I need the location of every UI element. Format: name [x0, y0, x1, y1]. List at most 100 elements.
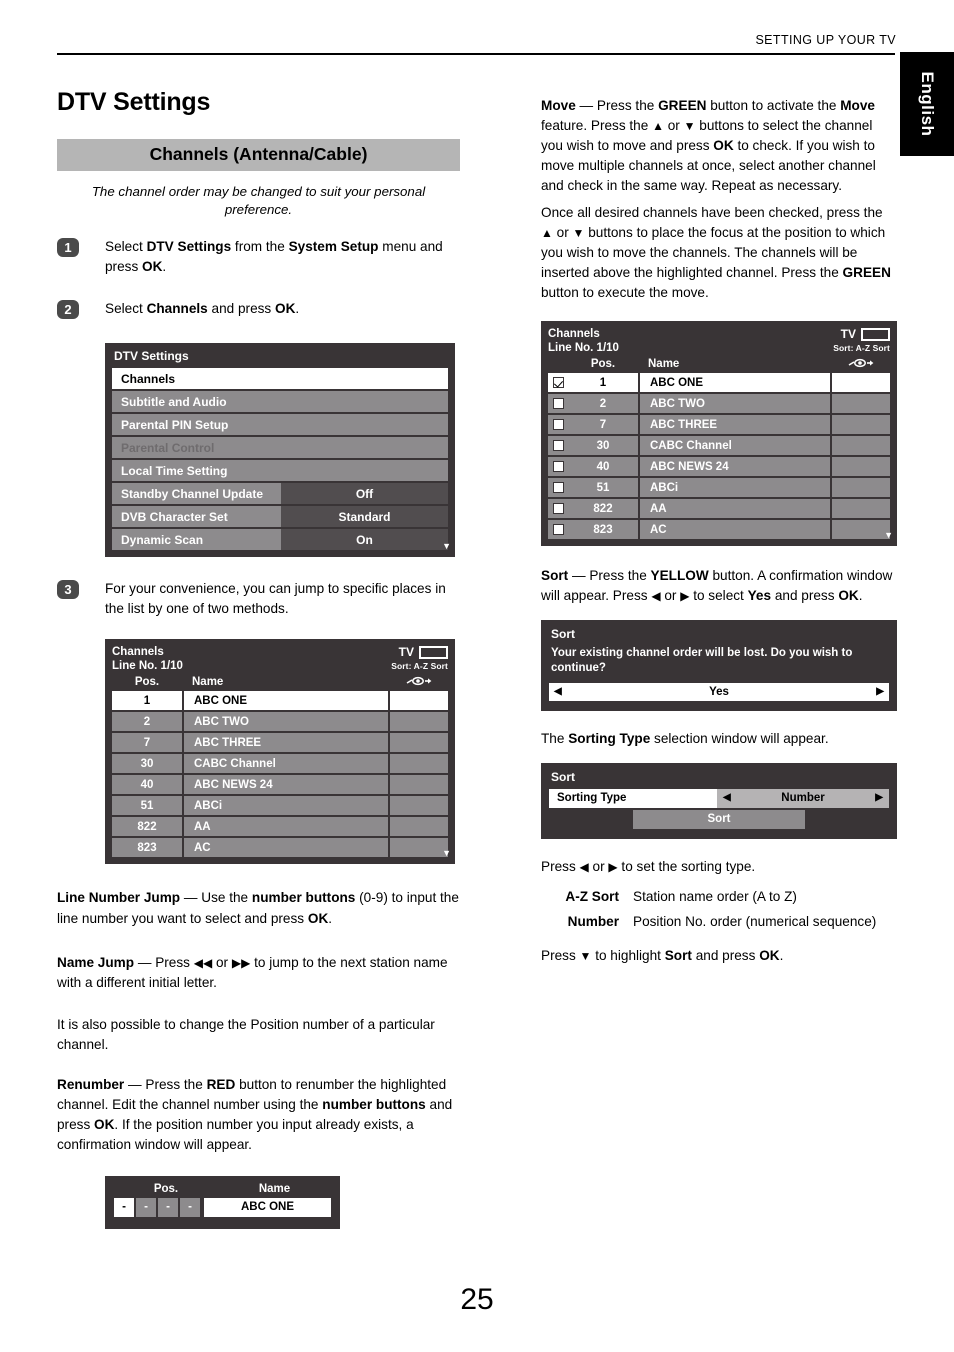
table-row[interactable]: 7 ABC THREE: [548, 415, 890, 435]
cell-visibility[interactable]: [832, 394, 890, 414]
menu-item-dynamic-scan[interactable]: Dynamic Scan On: [112, 529, 448, 551]
menu-item-value[interactable]: Off: [281, 483, 448, 505]
cell-visibility[interactable]: [390, 796, 448, 816]
row-checkbox-cell[interactable]: [548, 415, 568, 435]
table-row[interactable]: 51 ABCi: [548, 478, 890, 498]
renumber-digit-3[interactable]: -: [158, 1197, 178, 1217]
checkbox-icon[interactable]: [552, 461, 564, 473]
definition-term: A-Z Sort: [565, 889, 619, 904]
checkbox-icon[interactable]: [552, 419, 564, 431]
sorting-type-dialog[interactable]: Sort Sorting Type ◀ Number ▶ Sort: [541, 762, 897, 839]
menu-item-dvb-character-set[interactable]: DVB Character Set Standard: [112, 506, 448, 528]
sort-confirm-choice-bar[interactable]: ◀ Yes ▶: [549, 682, 889, 701]
paragraph-name-jump: Name Jump — Press ◀◀ or ▶▶ to jump to th…: [57, 954, 448, 990]
sort-confirm-choice-value: Yes: [709, 685, 729, 698]
renumber-input-row[interactable]: - - - - ABC ONE: [114, 1197, 331, 1217]
renumber-digit-4[interactable]: -: [180, 1197, 200, 1217]
checkbox-icon[interactable]: [552, 398, 564, 410]
left-arrow-icon[interactable]: ◀: [723, 793, 731, 803]
cell-visibility[interactable]: [390, 754, 448, 774]
cell-visibility[interactable]: [832, 478, 890, 498]
table-row[interactable]: 40 ABC NEWS 24: [548, 457, 890, 477]
cell-visibility[interactable]: [832, 373, 890, 393]
table-row[interactable]: 2 ABC TWO: [112, 712, 448, 732]
table-row[interactable]: 40 ABC NEWS 24: [112, 775, 448, 795]
menu-item-subtitle-and-audio[interactable]: Subtitle and Audio: [112, 391, 448, 413]
cell-visibility[interactable]: [832, 457, 890, 477]
table-row[interactable]: 2 ABC TWO: [548, 394, 890, 414]
step-text: Select Channels and press OK.: [105, 301, 300, 317]
renumber-dialog[interactable]: Pos. Name - - - - ABC ONE: [105, 1175, 340, 1229]
definition-number: Number Position No. order (numerical seq…: [541, 912, 897, 933]
cell-position: 51: [568, 478, 638, 498]
row-checkbox-cell[interactable]: [548, 478, 568, 498]
checkbox-checked-icon[interactable]: [552, 377, 564, 389]
cell-visibility[interactable]: [390, 775, 448, 795]
sort-button[interactable]: Sort: [633, 809, 805, 829]
menu-item-parental-pin-setup[interactable]: Parental PIN Setup: [112, 414, 448, 436]
paragraph-renumber: Renumber — Press the RED button to renum…: [57, 1077, 453, 1153]
cell-visibility[interactable]: [832, 436, 890, 456]
cell-visibility[interactable]: [832, 415, 890, 435]
cell-visibility[interactable]: [390, 838, 448, 858]
channels-list-panel-left[interactable]: Channels Line No. 1/10 TV Sort: A-Z Sort…: [105, 639, 455, 865]
checkbox-icon[interactable]: [552, 440, 564, 452]
step-number: 3: [57, 580, 79, 600]
paragraph-set-sorting-type: Press ◀ or ▶ to set the sorting type.: [541, 858, 756, 874]
channels-list-panel-right[interactable]: Channels Line No. 1/10 TV Sort: A-Z Sort…: [541, 321, 897, 547]
table-row[interactable]: 1 ABC ONE: [112, 691, 448, 711]
section-heading: Channels (Antenna/Cable): [57, 139, 460, 171]
checkbox-icon[interactable]: [552, 503, 564, 515]
menu-item-channels[interactable]: Channels: [112, 368, 448, 390]
table-row[interactable]: 30 CABC Channel: [112, 754, 448, 774]
sorting-type-row[interactable]: Sorting Type ◀ Number ▶: [549, 788, 889, 808]
left-arrow-icon[interactable]: ◀: [554, 686, 562, 697]
step-1: 1 Select DTV Settings from the System Se…: [57, 237, 460, 277]
sorting-type-value-selector[interactable]: ◀ Number ▶: [717, 788, 889, 808]
scroll-down-caret-icon[interactable]: ▼: [442, 542, 451, 551]
checkbox-icon[interactable]: [552, 482, 564, 494]
tv-source-indicator: TV: [833, 327, 890, 341]
menu-item-standby-channel-update[interactable]: Standby Channel Update Off: [112, 483, 448, 505]
scroll-down-caret-icon[interactable]: ▼: [884, 531, 893, 540]
row-checkbox-cell[interactable]: [548, 457, 568, 477]
row-checkbox-cell[interactable]: [548, 373, 568, 393]
table-row[interactable]: 51 ABCi: [112, 796, 448, 816]
row-checkbox-cell[interactable]: [548, 394, 568, 414]
cell-visibility[interactable]: [390, 712, 448, 732]
cell-position: 40: [568, 457, 638, 477]
table-row[interactable]: 823 AC: [548, 520, 890, 540]
row-checkbox-cell[interactable]: [548, 520, 568, 540]
cell-visibility[interactable]: [390, 817, 448, 837]
renumber-digit-1[interactable]: -: [114, 1197, 134, 1217]
renumber-digit-2[interactable]: -: [136, 1197, 156, 1217]
column-header-pos: Pos.: [153, 1182, 179, 1195]
cell-visibility[interactable]: [832, 520, 890, 540]
cell-name: ABC ONE: [184, 691, 388, 711]
menu-item-value[interactable]: Standard: [281, 506, 448, 528]
table-row[interactable]: 822 AA: [112, 817, 448, 837]
cell-name: ABC THREE: [640, 415, 830, 435]
scroll-down-caret-icon[interactable]: ▼: [442, 849, 451, 858]
cell-name: ABC TWO: [640, 394, 830, 414]
table-row[interactable]: 1 ABC ONE: [548, 373, 890, 393]
menu-item-local-time-setting[interactable]: Local Time Setting: [112, 460, 448, 482]
menu-item-value[interactable]: On: [281, 529, 448, 551]
right-arrow-icon[interactable]: ▶: [876, 686, 884, 697]
dtv-settings-menu[interactable]: DTV Settings Channels Subtitle and Audio…: [105, 343, 455, 558]
sort-confirm-dialog[interactable]: Sort Your existing channel order will be…: [541, 620, 897, 711]
cell-visibility[interactable]: [832, 499, 890, 519]
cell-visibility[interactable]: [390, 733, 448, 753]
cell-position: 822: [112, 817, 182, 837]
right-arrow-icon[interactable]: ▶: [875, 793, 883, 803]
table-row[interactable]: 822 AA: [548, 499, 890, 519]
table-row[interactable]: 30 CABC Channel: [548, 436, 890, 456]
cell-position: 7: [568, 415, 638, 435]
channels-panel-title-block: Channels Line No. 1/10: [548, 327, 619, 355]
cell-visibility[interactable]: [390, 691, 448, 711]
table-row[interactable]: 7 ABC THREE: [112, 733, 448, 753]
table-row[interactable]: 823 AC: [112, 838, 448, 858]
row-checkbox-cell[interactable]: [548, 499, 568, 519]
row-checkbox-cell[interactable]: [548, 436, 568, 456]
checkbox-icon[interactable]: [552, 524, 564, 536]
